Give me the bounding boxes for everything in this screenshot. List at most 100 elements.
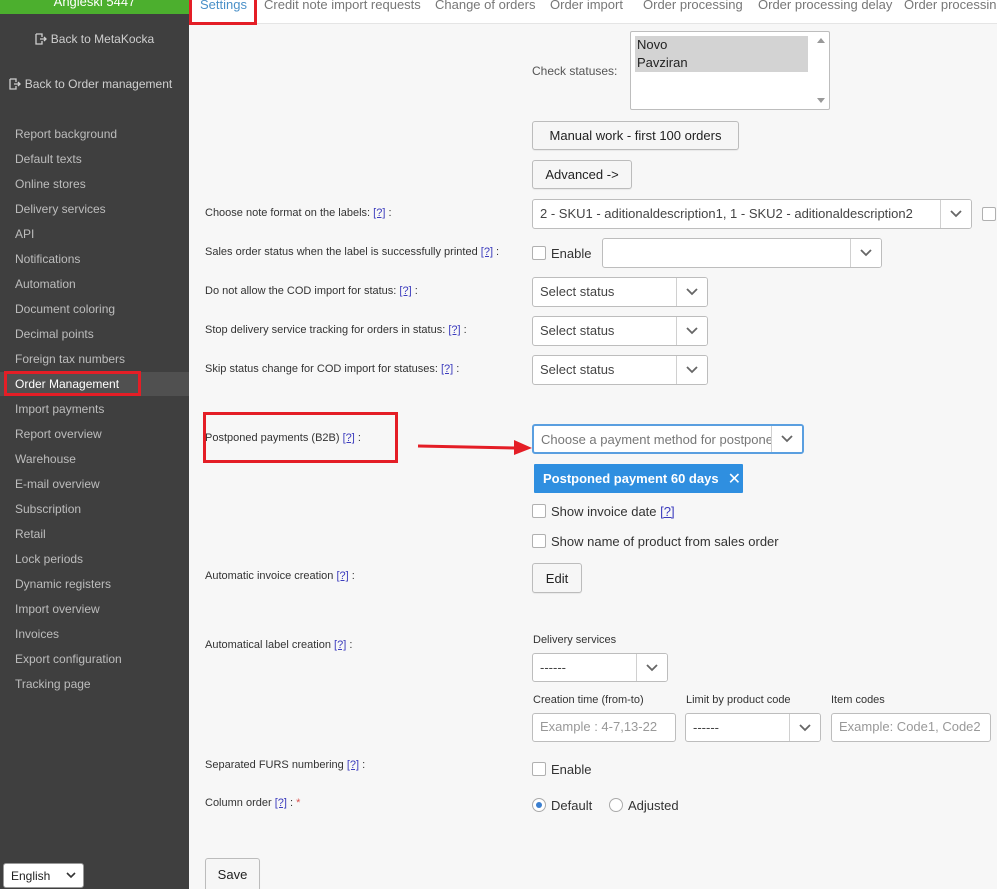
sales-status-enable-checkbox[interactable] bbox=[532, 246, 546, 260]
sidebar-item-import-payments[interactable]: Import payments bbox=[0, 397, 189, 421]
column-order-default-label: Default bbox=[551, 798, 593, 813]
sidebar-item-order-management[interactable]: Order Management bbox=[0, 372, 189, 396]
limit-product-code-select[interactable]: ------ bbox=[685, 713, 821, 742]
note-format-select[interactable]: 2 - SKU1 - aditionaldescription1, 1 - SK… bbox=[532, 199, 972, 229]
note-format-checkbox[interactable] bbox=[982, 207, 996, 221]
sidebar-item-tracking-page[interactable]: Tracking page bbox=[0, 672, 189, 696]
help-link[interactable]: [?] bbox=[373, 207, 385, 219]
sales-status-select[interactable] bbox=[602, 238, 882, 268]
tab-settings[interactable]: Settings bbox=[200, 0, 247, 12]
delivery-services-select[interactable]: ------ bbox=[532, 653, 668, 682]
sidebar-item-lock-periods[interactable]: Lock periods bbox=[0, 547, 189, 571]
furs-enable-label: Enable bbox=[551, 762, 592, 777]
sidebar-item-subscription[interactable]: Subscription bbox=[0, 497, 189, 521]
sidebar-item-import-overview[interactable]: Import overview bbox=[0, 597, 189, 621]
limit-product-code-label: Limit by product code bbox=[686, 694, 791, 706]
sidebar-item-e-mail-overview[interactable]: E-mail overview bbox=[0, 472, 189, 496]
check-statuses-label: Check statuses: bbox=[532, 64, 618, 78]
note-format-value: 2 - SKU1 - aditionaldescription1, 1 - SK… bbox=[540, 206, 913, 221]
tab-order-processing[interactable]: Order processing bbox=[643, 0, 743, 12]
tab-change-of-orders[interactable]: Change of orders bbox=[435, 0, 535, 12]
sidebar-item-api[interactable]: API bbox=[0, 222, 189, 246]
dropdown-toggle[interactable] bbox=[940, 200, 971, 228]
sidebar-item-decimal-points[interactable]: Decimal points bbox=[0, 322, 189, 346]
sidebar-item-notifications[interactable]: Notifications bbox=[0, 247, 189, 271]
help-link[interactable]: [?] bbox=[441, 363, 453, 375]
stop-tracking-status-select[interactable]: Select status bbox=[532, 316, 708, 346]
sidebar-item-dynamic-registers[interactable]: Dynamic registers bbox=[0, 572, 189, 596]
manual-work-button[interactable]: Manual work - first 100 orders bbox=[532, 121, 739, 150]
help-link[interactable]: [?] bbox=[448, 324, 460, 336]
check-statuses-listbox[interactable]: Novo Pavziran bbox=[630, 31, 830, 110]
help-link[interactable]: [?] bbox=[343, 432, 355, 444]
help-link[interactable]: [?] bbox=[334, 639, 346, 651]
tab-order-processing-2[interactable]: Order processing bbox=[904, 0, 997, 12]
sidebar-item-warehouse[interactable]: Warehouse bbox=[0, 447, 189, 471]
help-link[interactable]: [?] bbox=[347, 759, 359, 771]
exit-icon bbox=[35, 33, 47, 45]
dropdown-toggle[interactable] bbox=[676, 317, 707, 345]
skip-status-select[interactable]: Select status bbox=[532, 355, 708, 385]
help-link[interactable]: [?] bbox=[481, 246, 493, 258]
required-marker: * bbox=[296, 797, 301, 809]
sidebar-item-invoices[interactable]: Invoices bbox=[0, 622, 189, 646]
scroll-down-icon[interactable] bbox=[817, 98, 825, 104]
chevron-down-icon bbox=[646, 663, 658, 671]
tab-order-import[interactable]: Order import bbox=[550, 0, 623, 12]
dropdown-toggle[interactable] bbox=[850, 239, 881, 267]
dropdown-toggle[interactable] bbox=[789, 714, 820, 741]
furs-enable-checkbox[interactable] bbox=[532, 762, 546, 776]
postponed-placeholder: Choose a payment method for postponed pa… bbox=[541, 432, 802, 447]
cod-import-status-select[interactable]: Select status bbox=[532, 277, 708, 307]
tab-credit-note-import-requests[interactable]: Credit note import requests bbox=[264, 0, 421, 12]
remove-tag-icon[interactable]: ✕ bbox=[728, 469, 741, 489]
item-codes-input[interactable]: Example: Code1, Code2 bbox=[831, 713, 991, 742]
scroll-up-icon[interactable] bbox=[817, 37, 825, 43]
back-to-order-management-link[interactable]: Back to Order management bbox=[0, 77, 185, 91]
advanced-button[interactable]: Advanced -> bbox=[532, 160, 632, 189]
status-option-novo[interactable]: Novo bbox=[635, 36, 808, 54]
sidebar-item-foreign-tax-numbers[interactable]: Foreign tax numbers bbox=[0, 347, 189, 371]
language-select[interactable]: English bbox=[3, 863, 84, 888]
sidebar-item-delivery-services[interactable]: Delivery services bbox=[0, 197, 189, 221]
sidebar-item-document-coloring[interactable]: Document coloring bbox=[0, 297, 189, 321]
postponed-payment-method-select[interactable]: Choose a payment method for postponed pa… bbox=[532, 424, 804, 454]
back-to-metakocka-label: Back to MetaKocka bbox=[50, 32, 155, 46]
tab-bar: Settings Credit note import requests Cha… bbox=[189, 0, 997, 24]
chevron-down-icon bbox=[686, 366, 698, 374]
sales-status-enable-label: Enable bbox=[551, 246, 592, 261]
company-banner: Angleski 5447 bbox=[0, 0, 189, 14]
help-link[interactable]: [?] bbox=[336, 570, 348, 582]
column-order-adjusted-radio[interactable] bbox=[609, 798, 623, 812]
dropdown-toggle[interactable] bbox=[636, 654, 667, 681]
creation-time-input[interactable]: Example : 4-7,13-22 bbox=[532, 713, 676, 742]
status-option-pavziran[interactable]: Pavziran bbox=[635, 54, 808, 72]
help-link[interactable]: [?] bbox=[275, 797, 287, 809]
help-link[interactable]: [?] bbox=[399, 285, 411, 297]
show-invoice-date-checkbox[interactable] bbox=[532, 504, 546, 518]
sidebar: Angleski 5447 Back to MetaKocka Back to … bbox=[0, 0, 189, 889]
language-value: English bbox=[11, 869, 51, 883]
dropdown-toggle[interactable] bbox=[676, 356, 707, 384]
sidebar-item-automation[interactable]: Automation bbox=[0, 272, 189, 296]
postponed-payments-label: Postponed payments (B2B) [?] : bbox=[205, 432, 361, 444]
chevron-down-icon bbox=[686, 288, 698, 296]
sidebar-item-online-stores[interactable]: Online stores bbox=[0, 172, 189, 196]
show-product-name-checkbox[interactable] bbox=[532, 534, 546, 548]
sidebar-item-default-texts[interactable]: Default texts bbox=[0, 147, 189, 171]
dropdown-toggle[interactable] bbox=[771, 426, 802, 452]
back-to-metakocka-link[interactable]: Back to MetaKocka bbox=[0, 32, 189, 46]
help-link[interactable]: [?] bbox=[660, 504, 674, 519]
sidebar-item-export-configuration[interactable]: Export configuration bbox=[0, 647, 189, 671]
sidebar-item-report-background[interactable]: Report background bbox=[0, 122, 189, 146]
sales-order-status-label: Sales order status when the label is suc… bbox=[205, 246, 500, 258]
dropdown-toggle[interactable] bbox=[676, 278, 707, 306]
sidebar-item-report-overview[interactable]: Report overview bbox=[0, 422, 189, 446]
tab-order-processing-delay[interactable]: Order processing delay bbox=[758, 0, 892, 12]
column-order-default-radio[interactable] bbox=[532, 798, 546, 812]
save-button[interactable]: Save bbox=[205, 858, 260, 889]
edit-button[interactable]: Edit bbox=[532, 563, 582, 593]
furs-numbering-label: Separated FURS numbering [?] : bbox=[205, 759, 366, 771]
sidebar-item-retail[interactable]: Retail bbox=[0, 522, 189, 546]
delivery-services-label: Delivery services bbox=[533, 634, 617, 646]
